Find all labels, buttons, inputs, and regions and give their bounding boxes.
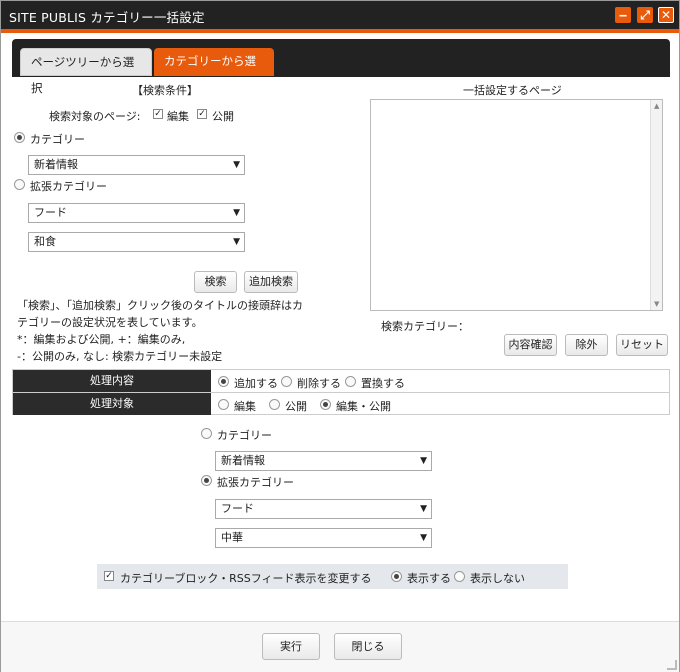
tab-page-tree[interactable]: ページツリーから選択: [20, 48, 152, 95]
lower-ext-category-label: 拡張カテゴリー: [217, 476, 294, 489]
rss-hide-label: 表示しない: [470, 572, 525, 585]
rss-show-label: 表示する: [407, 572, 451, 585]
category-select-value: 新着情報: [34, 158, 78, 171]
tab-category[interactable]: カテゴリーから選択: [154, 48, 274, 94]
window-title: SITE PUBLIS カテゴリー一括設定: [9, 10, 205, 25]
note-line-4: -：公開のみ, なし: 検索カテゴリー未設定: [17, 350, 223, 363]
category-select[interactable]: 新着情報 ▼: [28, 155, 245, 175]
chevron-down-icon: ▼: [233, 208, 240, 218]
target-edit-radio[interactable]: [218, 399, 229, 410]
chevron-down-icon: ▼: [420, 504, 427, 514]
target-public-label: 公開: [285, 400, 307, 413]
delete-radio-label: 削除する: [297, 377, 341, 390]
target-public-radio[interactable]: [269, 399, 280, 410]
delete-radio[interactable]: [281, 376, 292, 387]
add-radio[interactable]: [218, 376, 229, 387]
search-heading: 【検索条件】: [132, 84, 198, 97]
rss-hide-radio[interactable]: [454, 571, 465, 582]
replace-radio[interactable]: [345, 376, 356, 387]
lower-category-select[interactable]: 新着情報 ▼: [215, 451, 432, 471]
ext-category-radio[interactable]: [14, 179, 25, 190]
lower-category-radio[interactable]: [201, 428, 212, 439]
edit-checkbox-label: 編集: [167, 110, 189, 123]
close-icon[interactable]: ✕: [658, 7, 674, 23]
note-line-2: テゴリーの設定状況を表しています。: [17, 316, 203, 329]
resize-grip-icon[interactable]: [667, 660, 677, 670]
rss-checkbox-label: カテゴリーブロック・RSSフィード表示を変更する: [120, 572, 372, 585]
lower-ext-select-1-value: フード: [221, 502, 254, 515]
search-button[interactable]: 検索: [194, 271, 237, 293]
scroll-up-icon[interactable]: ▲: [654, 102, 659, 110]
bulk-page-list[interactable]: ▲ ▼: [370, 99, 663, 311]
add-radio-label: 追加する: [234, 377, 278, 390]
maximize-icon[interactable]: ⤢: [637, 7, 653, 23]
ext-category-radio-label: 拡張カテゴリー: [30, 180, 107, 193]
scroll-down-icon[interactable]: ▼: [654, 300, 659, 308]
title-accent-line: [1, 29, 679, 33]
replace-radio-label: 置換する: [361, 377, 405, 390]
public-checkbox[interactable]: ✓: [197, 109, 207, 119]
chevron-down-icon: ▼: [233, 160, 240, 170]
tab-bar: ページツリーから選択 カテゴリーから選択: [12, 39, 670, 95]
lower-ext-select-1[interactable]: フード ▼: [215, 499, 432, 519]
title-bar[interactable]: SITE PUBLIS カテゴリー一括設定 ‒ ⤢ ✕: [1, 1, 679, 29]
reset-button[interactable]: リセット: [616, 334, 668, 356]
target-edit-public-label: 編集・公開: [336, 400, 391, 413]
lower-category-label: カテゴリー: [217, 429, 272, 442]
footer: 実行 閉じる: [1, 622, 679, 672]
target-edit-label: 編集: [234, 400, 256, 413]
minimize-icon[interactable]: ‒: [615, 7, 631, 23]
lower-ext-category-radio[interactable]: [201, 475, 212, 486]
process-content-header: 処理内容: [13, 370, 211, 392]
category-radio[interactable]: [14, 132, 25, 143]
rss-show-radio[interactable]: [391, 571, 402, 582]
chevron-down-icon: ▼: [233, 237, 240, 247]
dialog-window: SITE PUBLIS カテゴリー一括設定 ‒ ⤢ ✕ ページツリーから選択 カ…: [0, 0, 680, 672]
lower-ext-select-2-value: 中華: [221, 531, 243, 544]
process-target-header: 処理対象: [13, 393, 211, 415]
lower-category-select-value: 新着情報: [221, 454, 265, 467]
remove-button[interactable]: 除外: [565, 334, 608, 356]
lower-ext-select-2[interactable]: 中華 ▼: [215, 528, 432, 548]
rss-checkbox[interactable]: ✓: [104, 571, 114, 581]
chevron-down-icon: ▼: [420, 533, 427, 543]
public-checkbox-label: 公開: [212, 110, 234, 123]
chevron-down-icon: ▼: [420, 456, 427, 466]
ext-category-select-2[interactable]: 和食 ▼: [28, 232, 245, 252]
search-category-label: 検索カテゴリー：: [381, 320, 469, 333]
list-scrollbar[interactable]: ▲ ▼: [650, 100, 662, 310]
edit-checkbox[interactable]: ✓: [153, 109, 163, 119]
confirm-button[interactable]: 内容確認: [504, 334, 557, 356]
target-edit-public-radio[interactable]: [320, 399, 331, 410]
close-button[interactable]: 閉じる: [334, 633, 402, 660]
bulk-heading: 一括設定するページ: [463, 84, 562, 97]
ext-category-select-2-value: 和食: [34, 235, 56, 248]
add-search-button[interactable]: 追加検索: [244, 271, 298, 293]
search-target-label: 検索対象のページ:: [49, 110, 141, 123]
ext-category-select-1[interactable]: フード ▼: [28, 203, 245, 223]
ext-category-select-1-value: フード: [34, 206, 67, 219]
note-line-1: 「検索」、「追加検索」クリック後のタイトルの接頭辞はカ: [17, 299, 303, 312]
category-radio-label: カテゴリー: [30, 133, 85, 146]
note-line-3: *：編集および公開, +：編集のみ,: [17, 333, 186, 346]
run-button[interactable]: 実行: [262, 633, 320, 660]
